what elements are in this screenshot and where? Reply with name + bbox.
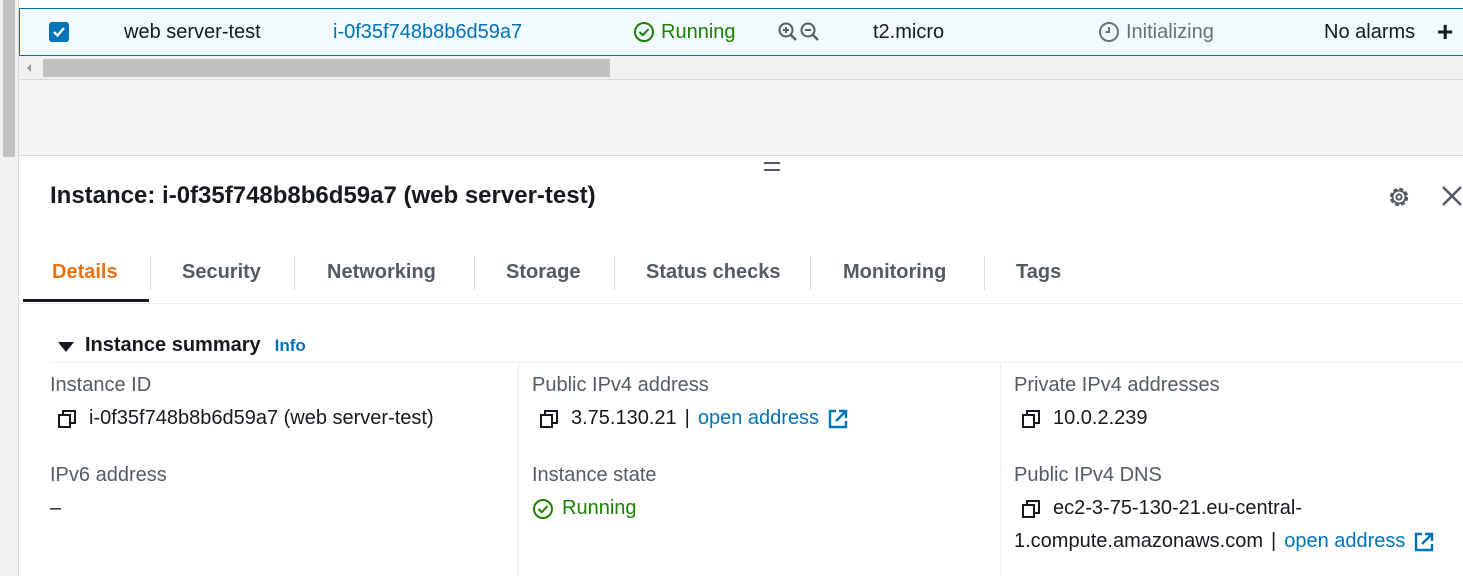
- tab-divider: [294, 256, 295, 290]
- public-dns-value-line2: 1.compute.amazonaws.com | open address: [1014, 530, 1435, 553]
- instance-state-label: Instance state: [532, 464, 657, 486]
- detail-tabs: Details Security Networking Storage Stat…: [19, 242, 1463, 304]
- table-horizontal-scrollbar[interactable]: [19, 56, 1463, 80]
- add-alarm-button[interactable]: +: [1437, 9, 1453, 55]
- tab-details[interactable]: Details: [52, 242, 118, 302]
- private-ipv4-value: 10.0.2.239: [1021, 407, 1148, 430]
- instance-detail-panel: Instance: i-0f35f748b8b6d59a7 (web serve…: [19, 156, 1463, 576]
- column-divider: [1000, 363, 1001, 576]
- clock-icon: [1099, 22, 1119, 42]
- copy-icon[interactable]: [1021, 499, 1041, 519]
- tab-divider: [614, 256, 615, 290]
- row-status-check-label: Initializing: [1126, 20, 1214, 43]
- zoom-in-icon[interactable]: [777, 21, 799, 43]
- external-link-icon[interactable]: [1413, 531, 1435, 553]
- ipv6-label: IPv6 address: [50, 464, 167, 486]
- public-ipv4-text: 3.75.130.21: [571, 407, 677, 429]
- row-state: Running: [633, 9, 736, 55]
- tab-tags[interactable]: Tags: [1016, 242, 1061, 302]
- table-row[interactable]: web server-test i-0f35f748b8b6d59a7 Runn…: [19, 8, 1463, 56]
- row-checkbox[interactable]: [49, 22, 69, 42]
- page-scrollbar-thumb[interactable]: [3, 0, 15, 157]
- section-title: Instance summary: [85, 334, 261, 356]
- row-status-check: Initializing: [1098, 9, 1214, 55]
- close-icon: [1442, 186, 1462, 206]
- panel-title: Instance: i-0f35f748b8b6d59a7 (web serve…: [50, 182, 596, 209]
- row-checkbox-cell[interactable]: [49, 9, 69, 55]
- gear-icon: [1389, 187, 1409, 207]
- instance-id-text: i-0f35f748b8b6d59a7 (web server-test): [89, 407, 434, 429]
- open-address-link[interactable]: open address: [698, 407, 819, 430]
- public-ipv4-label: Public IPv4 address: [532, 374, 709, 396]
- tab-divider: [150, 256, 151, 290]
- table-empty-area: [19, 80, 1463, 156]
- table-horizontal-scrollbar-thumb[interactable]: [43, 59, 610, 77]
- tab-status-checks[interactable]: Status checks: [646, 242, 781, 302]
- private-ipv4-label: Private IPv4 addresses: [1014, 374, 1220, 396]
- page-scrollbar[interactable]: [0, 0, 19, 576]
- tab-divider: [810, 256, 811, 290]
- row-zoom-icons: [777, 9, 821, 55]
- private-ipv4-text: 10.0.2.239: [1053, 407, 1148, 429]
- column-divider: [518, 363, 519, 576]
- row-state-label: Running: [661, 20, 736, 43]
- tab-divider: [984, 256, 985, 290]
- public-ipv4-value: 3.75.130.21 | open address: [539, 407, 849, 430]
- panel-resize-handle[interactable]: [764, 162, 780, 176]
- check-circle-icon: [634, 22, 654, 42]
- active-tab-indicator: [23, 299, 149, 302]
- copy-icon[interactable]: [1021, 409, 1041, 429]
- instance-state-text: Running: [562, 497, 637, 519]
- row-instance-id-link[interactable]: i-0f35f748b8b6d59a7: [333, 9, 522, 55]
- copy-icon[interactable]: [57, 409, 77, 429]
- info-link[interactable]: Info: [275, 336, 306, 356]
- dns-open-address-link[interactable]: open address: [1284, 530, 1405, 553]
- check-circle-icon: [533, 498, 553, 519]
- row-instance-type: t2.micro: [873, 20, 945, 43]
- row-alarms: No alarms: [1324, 20, 1416, 43]
- tab-monitoring[interactable]: Monitoring: [843, 242, 946, 302]
- settings-button[interactable]: [1386, 184, 1412, 210]
- separator: |: [684, 407, 690, 429]
- close-panel-button[interactable]: [1440, 184, 1463, 208]
- ipv6-value: –: [50, 497, 62, 519]
- separator: |: [1271, 530, 1277, 552]
- instance-id-value: i-0f35f748b8b6d59a7 (web server-test): [57, 407, 434, 430]
- instance-summary-header[interactable]: Instance summary Info: [49, 329, 1463, 363]
- tab-security[interactable]: Security: [182, 242, 261, 302]
- row-name: web server-test: [124, 20, 261, 43]
- public-dns-text-1: ec2-3-75-130-21.eu-central-: [1053, 497, 1303, 519]
- tab-divider: [474, 256, 475, 290]
- copy-icon[interactable]: [539, 409, 559, 429]
- public-dns-label: Public IPv4 DNS: [1014, 464, 1162, 486]
- external-link-icon[interactable]: [827, 408, 849, 430]
- checkmark-icon: [53, 27, 65, 38]
- instance-state-value: Running: [532, 497, 637, 520]
- zoom-out-icon[interactable]: [799, 21, 821, 43]
- public-dns-text-2: 1.compute.amazonaws.com: [1014, 530, 1264, 552]
- tab-storage[interactable]: Storage: [506, 242, 580, 302]
- tab-networking[interactable]: Networking: [327, 242, 436, 302]
- scroll-left-arrow-icon[interactable]: [25, 62, 33, 74]
- instance-id-label: Instance ID: [50, 374, 152, 396]
- public-dns-value-line1: ec2-3-75-130-21.eu-central-: [1021, 497, 1302, 520]
- caret-down-icon[interactable]: [58, 341, 74, 352]
